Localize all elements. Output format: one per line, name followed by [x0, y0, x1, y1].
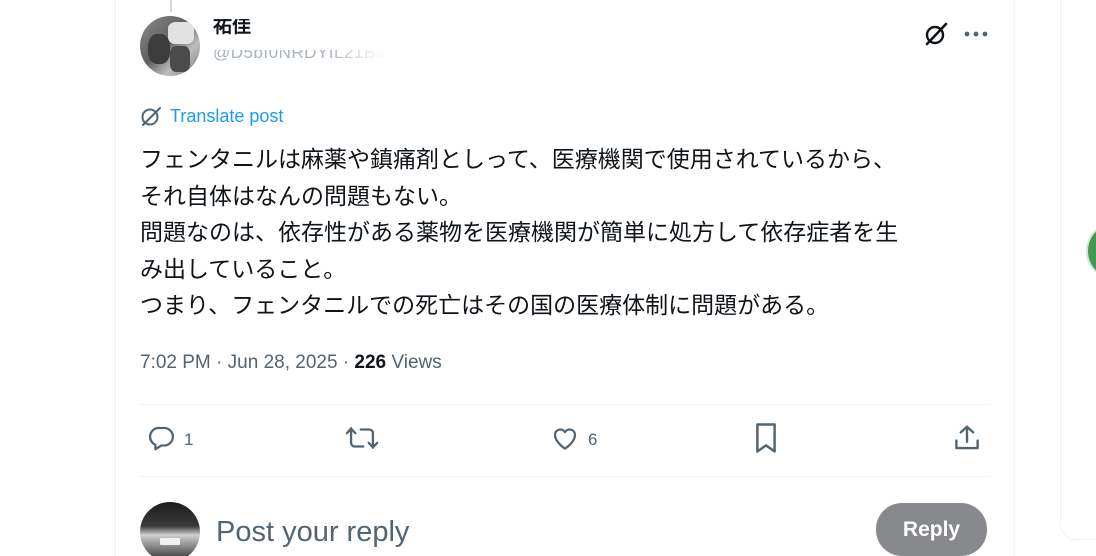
globe-icon — [140, 105, 162, 127]
avatar-shape — [160, 538, 180, 545]
heart-icon — [550, 423, 580, 458]
divider — [140, 476, 991, 477]
author-avatar[interactable] — [140, 16, 200, 76]
translate-post-label: Translate post — [170, 105, 284, 126]
grok-icon[interactable] — [920, 18, 952, 50]
bookmark-icon — [752, 422, 780, 459]
translate-post-link[interactable]: Translate post — [140, 104, 283, 128]
avatar-shape — [170, 46, 190, 72]
post-text-line: つまり、フェンタニルでの死亡はその国の医療体制に問題がある。 — [140, 293, 830, 319]
post-text: フェンタニルは麻薬や鎮痛剤としって、医療機関で使用されているから、 それ自体はな… — [140, 142, 1000, 325]
post-time[interactable]: 7:02 PM — [140, 352, 211, 373]
avatar-shape — [168, 22, 194, 44]
repost-icon — [345, 423, 379, 458]
like-count: 6 — [588, 430, 598, 449]
thread-connector-line — [170, 0, 172, 12]
post-meta: 7:02 PM · Jun 28, 2025 · 226 Views — [140, 350, 442, 376]
right-sidebar-panel — [1060, 0, 1096, 540]
like-button[interactable]: 6 — [550, 422, 597, 458]
column-border-right — [1014, 0, 1015, 556]
current-user-avatar[interactable] — [140, 502, 200, 556]
reply-submit-button[interactable]: Reply — [876, 503, 987, 556]
author-handle[interactable]: @D5bf0NRDYIL21Ba — [213, 50, 386, 68]
reply-count: 1 — [184, 430, 194, 449]
meta-separator: · — [216, 352, 223, 373]
meta-separator: · — [342, 352, 350, 373]
post-text-line: それ自体はなんの問題もない。 — [140, 183, 462, 210]
share-icon — [952, 423, 982, 458]
share-button[interactable] — [952, 422, 982, 458]
divider — [140, 404, 991, 405]
avatar-shape — [148, 34, 170, 64]
reply-icon — [146, 423, 176, 458]
author-handle-text: @D5bf0NRDYIL21Ba — [213, 50, 386, 62]
views-label: Views — [391, 352, 442, 373]
reply-button[interactable]: 1 — [146, 422, 193, 458]
post-text-line: 問題なのは、依存性がある薬物を医療機関が簡単に処方して依存症者を生 — [140, 220, 899, 246]
views-count: 226 — [354, 352, 387, 373]
author-display-name-text: 祐佳 — [213, 19, 252, 37]
bookmark-button[interactable] — [752, 422, 780, 458]
post-text-line: み出していること。 — [140, 256, 347, 283]
reply-input[interactable]: Post your reply — [216, 512, 409, 552]
more-icon[interactable] — [960, 18, 992, 50]
column-border-left — [115, 0, 116, 556]
post-date[interactable]: Jun 28, 2025 — [228, 352, 338, 373]
author-display-name[interactable]: 祐佳 — [213, 19, 251, 43]
post-detail-page: 祐佳 @D5bf0NRDYIL21Ba Translate post フェンタニ… — [0, 0, 1096, 556]
repost-button[interactable] — [345, 422, 387, 458]
post-text-line: フェンタニルは麻薬や鎮痛剤としって、医療機関で使用されているから、 — [140, 147, 897, 173]
